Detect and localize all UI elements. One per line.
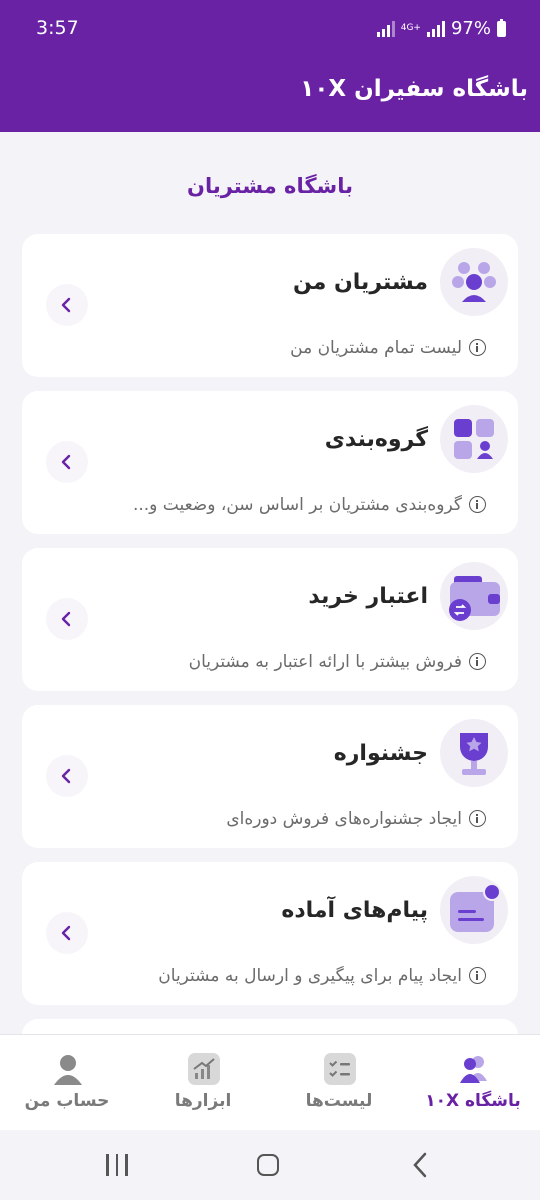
- nav-club[interactable]: باشگاه ۱۰X: [408, 1035, 538, 1131]
- chart-tools-icon: [188, 1053, 220, 1085]
- status-icons: 4G+ 97%: [376, 18, 506, 39]
- card-description: ایجاد جشنواره‌های فروش دوره‌ای: [226, 809, 462, 829]
- trophy-icon: [440, 719, 508, 787]
- club-users-icon: [458, 1053, 490, 1085]
- card-description: ایجاد پیام برای پیگیری و ارسال به مشتریا…: [158, 966, 462, 986]
- chevron-left-icon[interactable]: [46, 284, 88, 326]
- recent-apps-icon[interactable]: [106, 1154, 128, 1176]
- app-title: باشگاه سفیران ۱۰X: [300, 76, 528, 102]
- network-type: 4G+: [400, 23, 421, 33]
- nav-label: ابزارها: [174, 1091, 232, 1111]
- battery-icon: [497, 18, 506, 37]
- nav-tools[interactable]: ابزارها: [138, 1035, 268, 1131]
- card-festival[interactable]: جشنواره ایجاد جشنواره‌های فروش دوره‌ای: [22, 705, 518, 848]
- card-purchase-credit[interactable]: اعتبار خرید فروش بیشتر با ارائه اعتبار ب…: [22, 548, 518, 691]
- card-description: گروه‌بندی مشتریان بر اساس سن، وضعیت و...: [132, 495, 462, 515]
- card-my-customers[interactable]: مشتریان من لیست تمام مشتریان من: [22, 234, 518, 377]
- chevron-left-icon[interactable]: [46, 912, 88, 954]
- card-title: اعتبار خرید: [308, 584, 428, 609]
- app-bar: باشگاه سفیران ۱۰X: [0, 60, 540, 132]
- system-nav-bar: [0, 1130, 540, 1200]
- nav-account[interactable]: حساب من: [2, 1035, 132, 1131]
- status-bar: 3:57 4G+ 97%: [0, 0, 540, 60]
- home-icon[interactable]: [257, 1154, 279, 1176]
- card-title: مشتریان من: [292, 270, 428, 295]
- nav-lists[interactable]: لیست‌ها: [274, 1035, 404, 1131]
- customers-icon: [440, 248, 508, 316]
- card-title: پیام‌های آماده: [281, 898, 428, 923]
- battery-percent: 97%: [450, 18, 491, 39]
- signal-icon-2: [426, 20, 445, 37]
- card-ready-messages[interactable]: پیام‌های آماده ایجاد پیام برای پیگیری و …: [22, 862, 518, 1005]
- bottom-nav: باشگاه ۱۰X لیست‌ها ابزارها: [0, 1034, 540, 1130]
- wallet-credit-icon: [440, 562, 508, 630]
- main-content[interactable]: باشگاه مشتریان مشتریان من لیست تمام مشتر…: [0, 132, 540, 1034]
- nav-label: حساب من: [24, 1091, 110, 1111]
- card-title: جشنواره: [333, 741, 428, 766]
- status-time: 3:57: [36, 17, 79, 39]
- profile-icon: [52, 1053, 84, 1085]
- back-icon[interactable]: [410, 1152, 430, 1182]
- grouping-icon: [440, 405, 508, 473]
- nav-label: لیست‌ها: [305, 1091, 373, 1111]
- nav-label: باشگاه ۱۰X: [425, 1091, 521, 1111]
- card-title: گروه‌بندی: [324, 427, 428, 452]
- checklist-icon: [324, 1053, 356, 1085]
- chevron-left-icon[interactable]: [46, 755, 88, 797]
- chevron-left-icon[interactable]: [46, 598, 88, 640]
- card-grouping[interactable]: گروه‌بندی گروه‌بندی مشتریان بر اساس سن، …: [22, 391, 518, 534]
- message-icon: [440, 876, 508, 944]
- card-partial[interactable]: [22, 1019, 518, 1034]
- card-description: فروش بیشتر با ارائه اعتبار به مشتریان: [188, 652, 462, 672]
- signal-icon: [376, 20, 395, 37]
- chevron-left-icon[interactable]: [46, 441, 88, 483]
- card-description: لیست تمام مشتریان من: [290, 338, 462, 358]
- section-title: باشگاه مشتریان: [187, 174, 353, 198]
